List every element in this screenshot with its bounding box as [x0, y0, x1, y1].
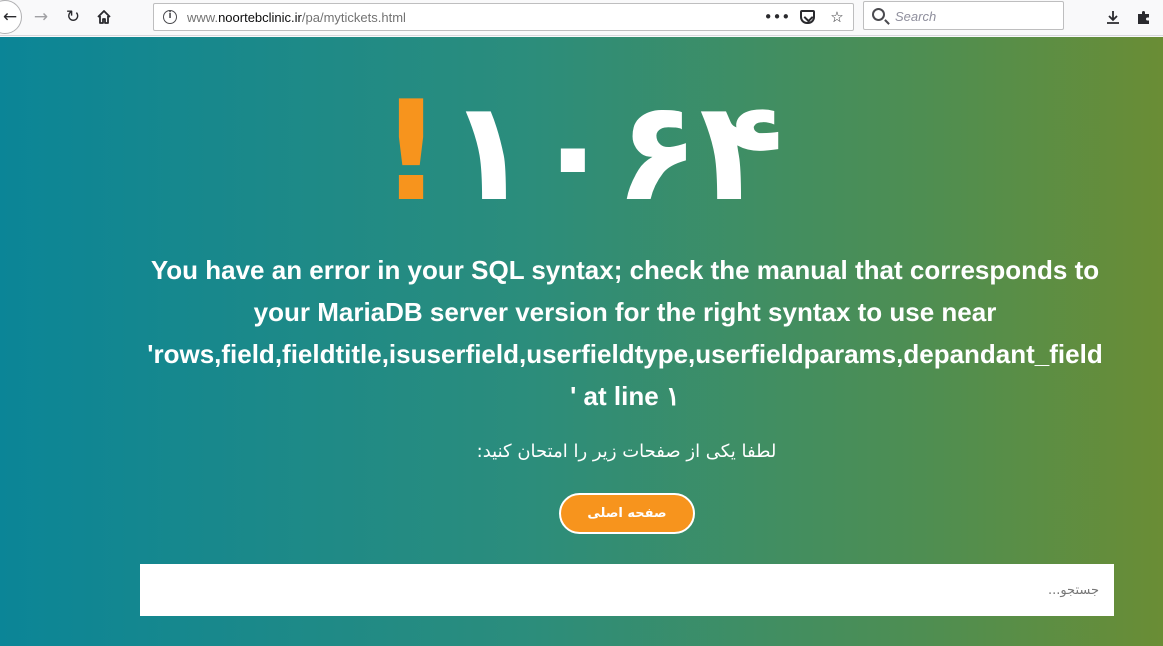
error-page: ! ١٠۶۴ You have an error in your SQL syn…: [0, 37, 1163, 646]
url-bar[interactable]: i www.noortebclinic.ir/pa/mytickets.html…: [153, 3, 854, 31]
site-search-box[interactable]: [140, 564, 1114, 616]
pocket-icon: [799, 10, 815, 24]
puzzle-icon: [1138, 11, 1149, 24]
home-page-button[interactable]: صفحه اصلی: [559, 493, 695, 534]
arrow-right-icon: →: [33, 6, 49, 27]
extensions-button[interactable]: [1131, 4, 1157, 30]
error-code-heading: ! ١٠۶۴: [0, 77, 1163, 227]
try-pages-hint: لطفا یکی از صفحات زیر را امتحان کنید:: [476, 441, 777, 462]
sql-error-line: ' at line ١: [570, 381, 680, 411]
browser-search-bar[interactable]: Search: [863, 1, 1064, 30]
back-button[interactable]: ←: [0, 0, 22, 34]
bookmark-button[interactable]: ☆: [827, 7, 847, 27]
download-icon: [1107, 11, 1119, 24]
downloads-button[interactable]: [1100, 4, 1126, 30]
home-button[interactable]: [91, 4, 117, 30]
browser-toolbar: ← → ↻ i www.noortebclinic.ir/pa/myticket…: [0, 0, 1163, 36]
url-prefix: www.: [187, 10, 219, 25]
forward-button[interactable]: →: [28, 4, 54, 30]
browser-search-placeholder: Search: [895, 9, 937, 24]
error-exclamation: !: [379, 71, 443, 232]
url-path: /pa/mytickets.html: [301, 10, 406, 25]
home-icon: [97, 10, 111, 24]
url-text[interactable]: www.noortebclinic.ir/pa/mytickets.html: [187, 10, 406, 26]
star-icon: ☆: [830, 8, 844, 26]
info-icon[interactable]: i: [163, 10, 177, 24]
arrow-left-icon: ←: [2, 6, 18, 27]
error-code: ١٠۶۴: [446, 71, 786, 232]
page-actions-button[interactable]: •••: [764, 7, 791, 27]
reload-icon: ↻: [65, 6, 81, 27]
url-host: noortebclinic.ir: [218, 10, 302, 25]
search-icon: [872, 8, 885, 21]
sql-error-query: 'rows,field,fieldtitle,isuserfield,userf…: [147, 339, 1103, 369]
site-search-input[interactable]: [140, 564, 1114, 616]
reload-button[interactable]: ↻: [60, 4, 86, 30]
sql-error-text: You have an error in your SQL syntax; ch…: [150, 255, 1100, 327]
pocket-button[interactable]: [797, 7, 817, 27]
sql-error-message: You have an error in your SQL syntax; ch…: [120, 249, 1130, 417]
more-icon: •••: [763, 8, 791, 26]
